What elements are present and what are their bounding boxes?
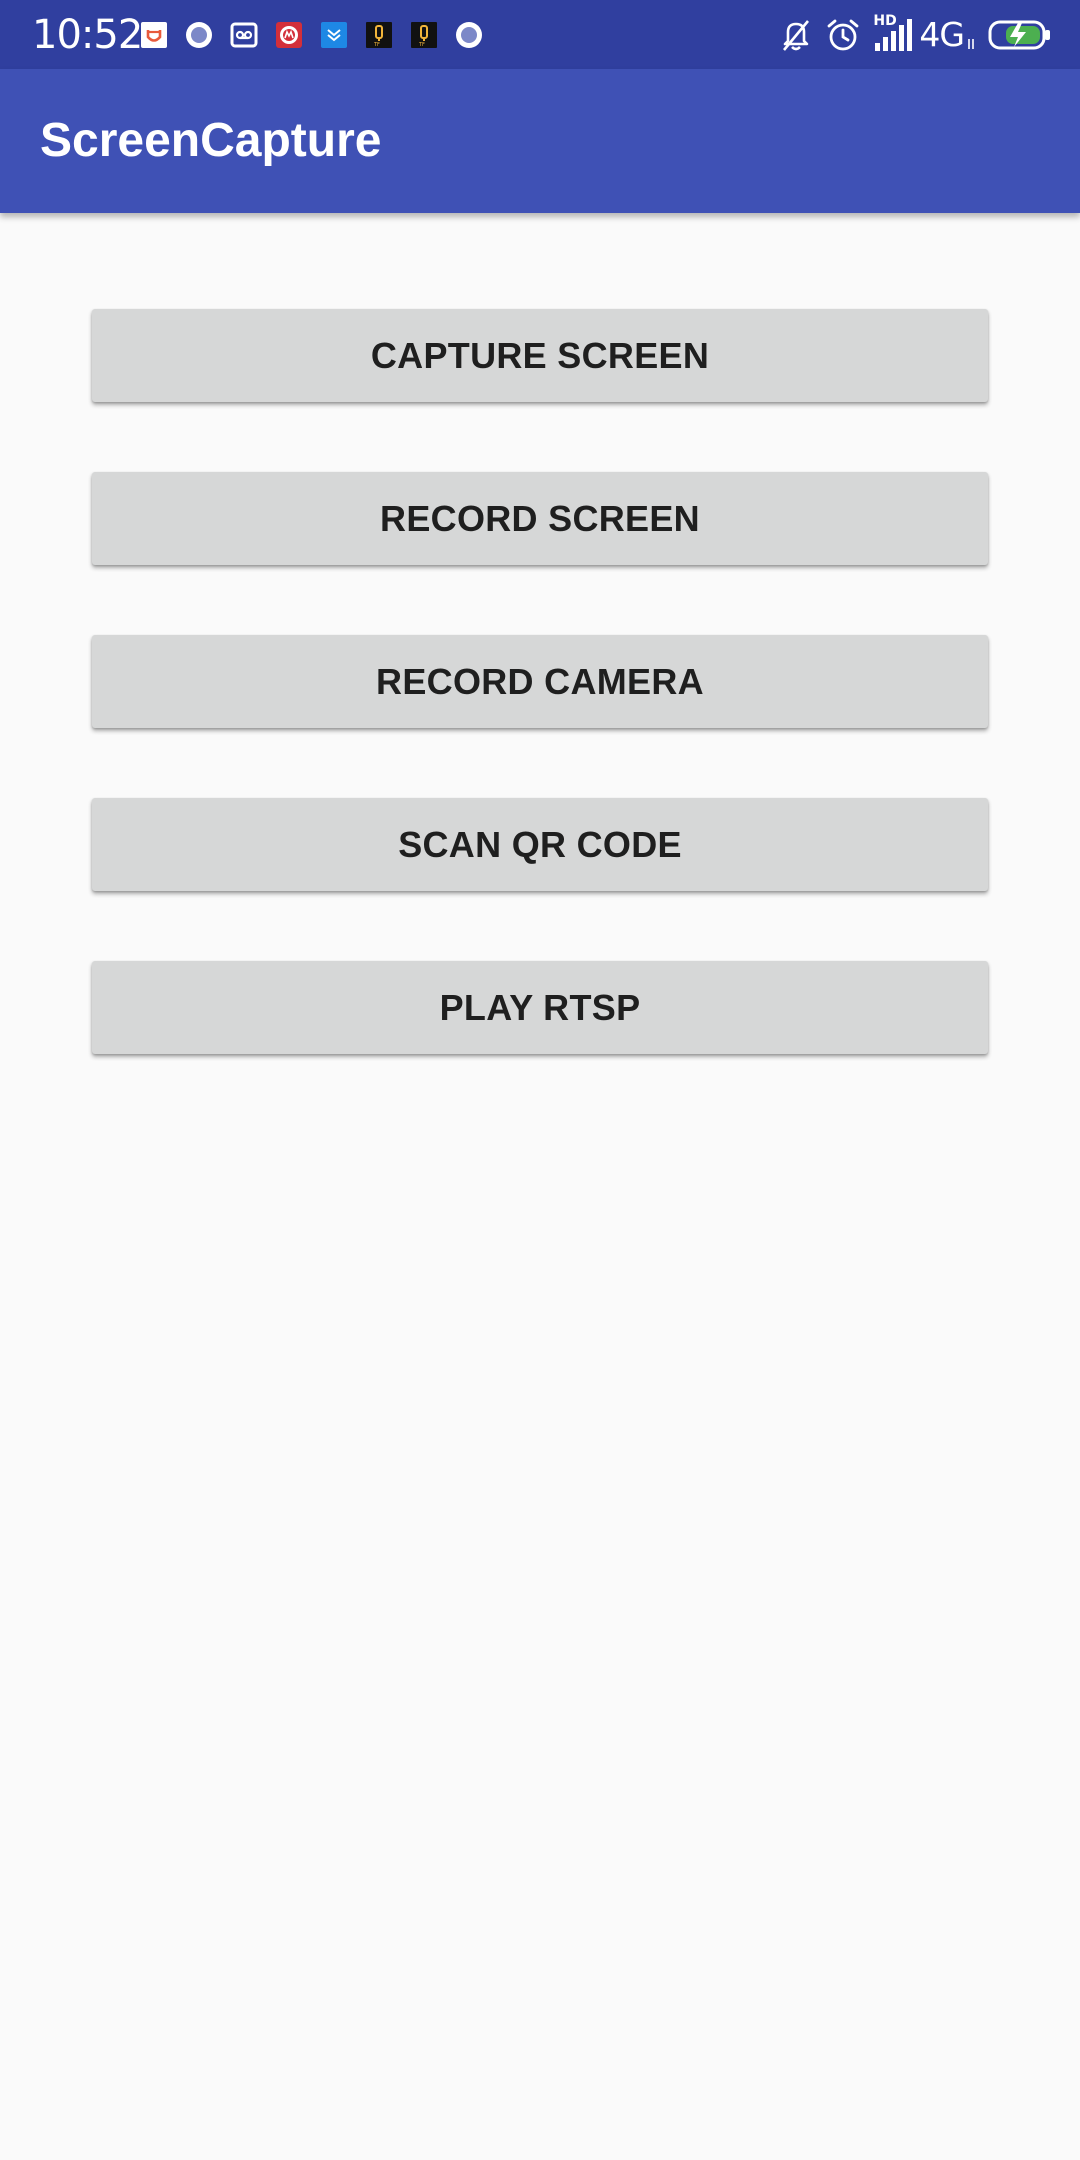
app-title: ScreenCapture xyxy=(40,114,382,167)
svg-text:TF: TF xyxy=(418,42,425,48)
play-rtsp-button[interactable]: PLAY RTSP xyxy=(92,961,988,1054)
screen: 10:52 TF TF HD 4G ScreenCapture CAPTURE … xyxy=(0,0,1080,2160)
voicemail-icon xyxy=(230,21,258,49)
record-camera-button[interactable]: RECORD CAMERA xyxy=(92,635,988,728)
mail-icon xyxy=(140,21,168,49)
signal-icon: HD xyxy=(873,13,913,53)
capture-screen-button[interactable]: CAPTURE SCREEN xyxy=(92,309,988,402)
bell-off-icon xyxy=(779,17,813,53)
network-type: 4G xyxy=(919,15,965,54)
circle-app-icon xyxy=(185,21,213,49)
scan-qr-code-button[interactable]: SCAN QR CODE xyxy=(92,798,988,891)
circle-app-icon-2 xyxy=(455,21,483,49)
status-bar: 10:52 TF TF HD 4G xyxy=(0,0,1080,69)
red-app-icon xyxy=(275,21,303,49)
signal-arrows-icon xyxy=(966,17,976,53)
hd-label: HD xyxy=(873,13,897,29)
app-bar: ScreenCapture xyxy=(0,69,1080,213)
svg-text:TF: TF xyxy=(373,42,380,48)
alarm-icon xyxy=(825,17,861,53)
blue-download-app-icon xyxy=(320,21,348,49)
status-time: 10:52 xyxy=(32,12,143,58)
yellow-app-icon-2: TF xyxy=(410,21,438,49)
system-icons: HD 4G xyxy=(767,13,1052,56)
notification-icons: TF TF xyxy=(140,18,500,52)
battery-charging-icon xyxy=(988,18,1052,52)
yellow-app-icon: TF xyxy=(365,21,393,49)
record-screen-button[interactable]: RECORD SCREEN xyxy=(92,472,988,565)
